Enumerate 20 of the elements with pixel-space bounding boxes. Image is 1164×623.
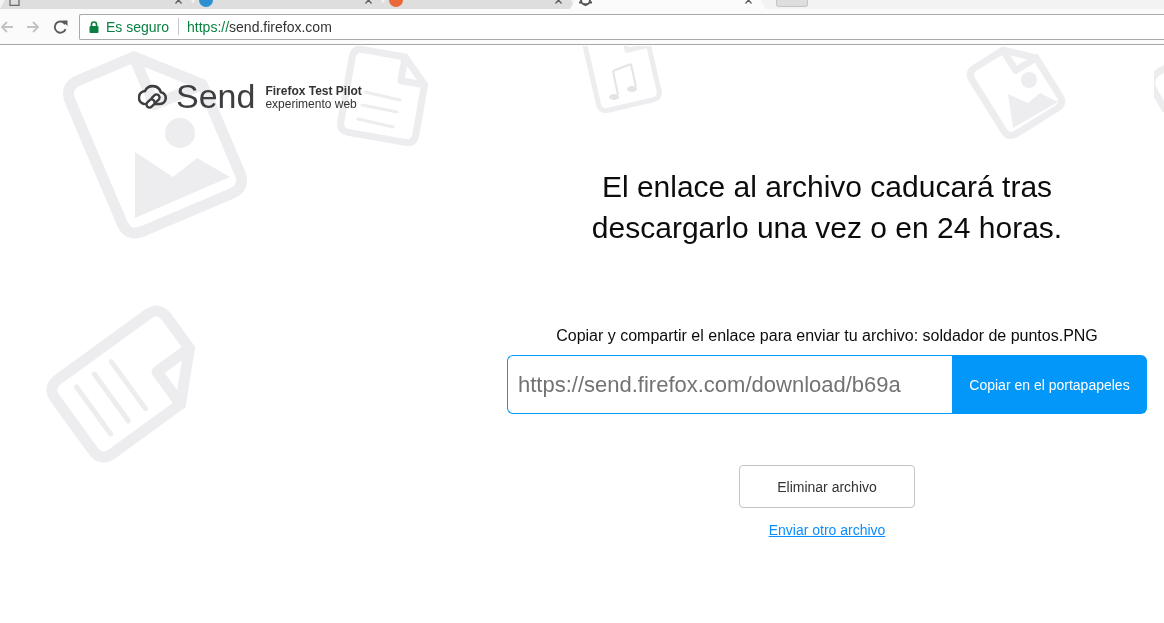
cloud-link-icon bbox=[138, 82, 168, 110]
close-icon[interactable] bbox=[365, 0, 372, 4]
reload-icon[interactable] bbox=[53, 19, 68, 34]
link-field[interactable]: https://send.firefox.com/download/b69a bbox=[507, 355, 952, 414]
copy-button[interactable]: Copiar en el portapapeles bbox=[952, 355, 1147, 414]
address-field[interactable]: Es seguro https://send.firefox.com bbox=[79, 13, 1164, 40]
logo-text: Send bbox=[176, 78, 256, 114]
lock-icon bbox=[89, 20, 99, 33]
send-another-link[interactable]: Enviar otro archivo bbox=[768, 522, 886, 538]
experiment-title: Firefox Test Pilot bbox=[265, 84, 362, 98]
security-label: Es seguro bbox=[106, 18, 170, 35]
delete-button[interactable]: Eliminar archivo bbox=[739, 465, 915, 508]
close-icon[interactable] bbox=[745, 0, 752, 4]
expiry-heading: El enlace al archivo caducará tras descargarlo una vez o en 24 horas. bbox=[590, 169, 1064, 246]
close-icon[interactable] bbox=[555, 0, 562, 4]
close-icon[interactable] bbox=[175, 0, 182, 4]
experiment-subtitle: experimento web bbox=[265, 97, 358, 111]
browser-tab[interactable] bbox=[570, 0, 766, 9]
url-text: https://send.firefox.com bbox=[187, 18, 332, 35]
share-label: Copiar y compartir el enlace para enviar tu archivo: soldador de puntos.PNG bbox=[556, 327, 1098, 345]
